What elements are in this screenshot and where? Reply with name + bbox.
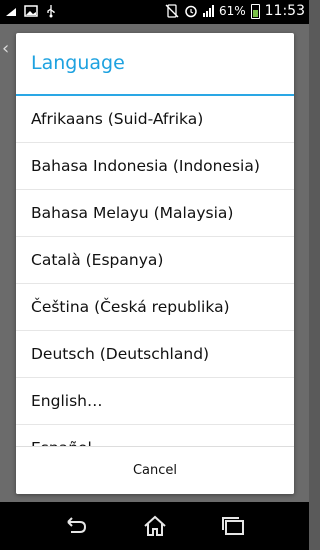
dialog-title: Language (16, 33, 294, 96)
image-icon (24, 4, 38, 18)
list-item[interactable]: English… (16, 378, 294, 425)
list-item[interactable]: Čeština (Česká republika) (16, 284, 294, 331)
usb-debug-icon (4, 4, 18, 18)
recent-apps-icon[interactable] (220, 512, 248, 540)
back-icon[interactable] (62, 512, 90, 540)
list-item[interactable]: Afrikaans (Suid-Afrika) (16, 96, 294, 143)
list-item[interactable]: Bahasa Melayu (Malaysia) (16, 190, 294, 237)
signal-icon (202, 5, 214, 17)
battery-icon (250, 3, 260, 19)
chevron-left-icon: ‹ (2, 38, 10, 59)
alarm-icon (184, 4, 198, 18)
list-item[interactable]: Català (Espanya) (16, 237, 294, 284)
no-sim-icon (165, 4, 179, 18)
usb-icon (44, 4, 58, 18)
navigation-bar (0, 502, 309, 550)
home-icon[interactable] (141, 512, 169, 540)
battery-percent: 61% (218, 4, 246, 18)
language-dialog: Language Afrikaans (Suid-Afrika) Bahasa … (16, 33, 294, 494)
clock-time: 11:53 (264, 3, 305, 19)
status-bar: 61% 11:53 (0, 0, 309, 24)
status-right-icons: 61% 11:53 (165, 3, 305, 19)
language-list[interactable]: Afrikaans (Suid-Afrika) Bahasa Indonesia… (16, 96, 294, 451)
list-item[interactable]: Bahasa Indonesia (Indonesia) (16, 143, 294, 190)
list-item[interactable]: Deutsch (Deutschland) (16, 331, 294, 378)
cancel-button[interactable]: Cancel (16, 446, 294, 494)
status-left-icons (4, 4, 58, 18)
